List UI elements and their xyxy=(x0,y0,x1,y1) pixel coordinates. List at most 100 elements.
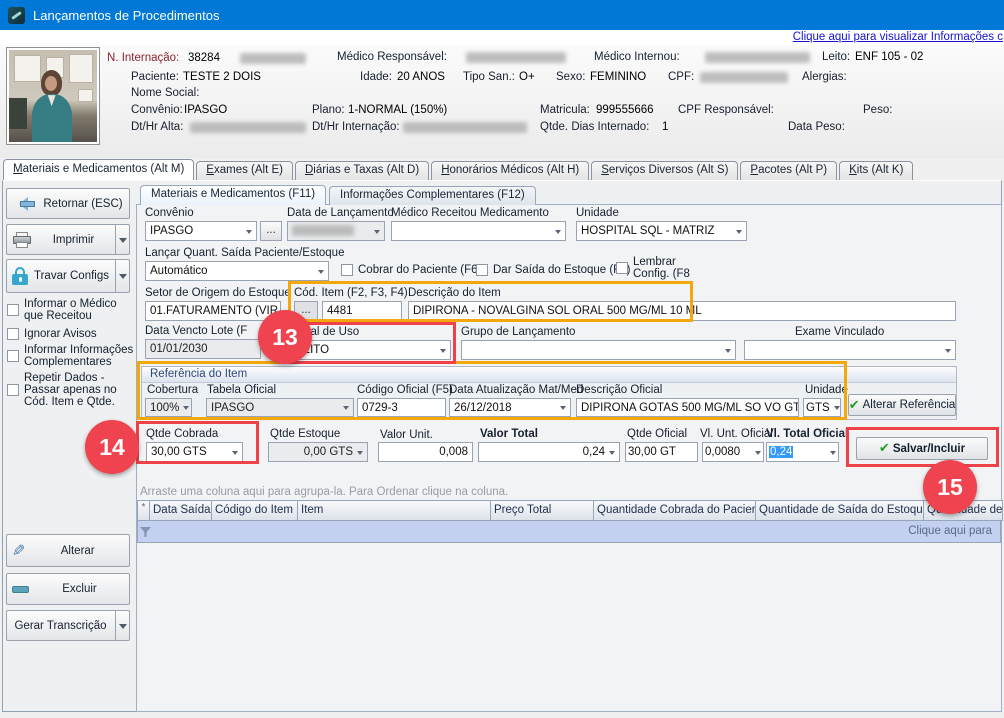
descricao-item-input[interactable]: DIPIRONA - NOVALGINA SOL ORAL 500 MG/ML … xyxy=(408,301,956,321)
excluir-button[interactable]: Excluir xyxy=(6,573,130,605)
patient-header: N. Internação: 38284 Médico Responsável:… xyxy=(0,45,1004,158)
chevron-down-icon xyxy=(183,406,189,413)
checkbox-cobrar-paciente[interactable]: Cobrar do Paciente (F6) xyxy=(341,264,481,276)
col-preco-total[interactable]: Preço Total xyxy=(491,501,594,520)
col-data-saida[interactable]: Data Saída xyxy=(150,501,212,520)
medico-receitou-select[interactable] xyxy=(391,221,566,241)
gerar-transcricao-button[interactable]: Gerar Transcrição xyxy=(6,610,130,641)
qtde-oficial-input[interactable]: 30,00 GT xyxy=(625,442,698,462)
dthr-internacao-label: Dt/Hr Internação: xyxy=(312,121,400,133)
padlock-icon xyxy=(12,267,28,285)
unidade-oficial-label: Unidade xyxy=(805,384,848,396)
tabela-oficial-label: Tabela Oficial xyxy=(207,384,276,396)
descricao-oficial-input[interactable]: DIPIRONA GOTAS 500 MG/ML SO VO GT xyxy=(576,398,799,417)
pencil-icon: ✎ xyxy=(12,544,25,558)
peso-label: Peso: xyxy=(863,104,892,116)
link-bar: Clique aqui para visualizar Informações … xyxy=(0,30,1004,45)
checkbox-icon xyxy=(341,264,353,276)
alterar-button[interactable]: ✎ Alterar xyxy=(6,534,130,567)
chevron-down-icon xyxy=(945,349,951,356)
tab-servicos-diversos[interactable]: Serviços Diversos (Alt S) xyxy=(591,161,738,181)
travar-configs-dropdown[interactable] xyxy=(115,260,129,292)
referencia-title: Referência do Item xyxy=(142,367,956,383)
codigo-oficial-input[interactable]: 0729-3 xyxy=(357,398,446,417)
tab-materiais-medicamentos[interactable]: Materiais e Medicamentos (Alt M) xyxy=(3,159,194,181)
chevron-down-icon xyxy=(736,230,742,237)
cod-item-label: Cód. Item (F2, F3, F4) xyxy=(294,287,408,299)
qtde-estoque-select[interactable]: 0,00 GTS xyxy=(268,442,368,462)
unidade-oficial-select[interactable]: GTS xyxy=(803,398,841,417)
tab-exames[interactable]: Exames (Alt E) xyxy=(196,161,293,181)
lancar-quant-select[interactable]: Automático xyxy=(145,261,329,281)
visualizar-informacoes-link[interactable]: Clique aqui para visualizar Informações … xyxy=(793,31,1003,43)
data-peso-label: Data Peso: xyxy=(788,121,845,133)
convenio-header-value: IPASGO xyxy=(184,104,227,116)
valor-total-select[interactable]: 0,24 xyxy=(478,442,620,462)
redacted-value xyxy=(466,52,566,63)
salvar-incluir-button[interactable]: ✔ Salvar/Incluir xyxy=(856,437,988,460)
convenio-select[interactable]: IPASGO xyxy=(145,221,257,241)
qtde-estoque-label: Qtde Estoque xyxy=(270,428,340,440)
imprimir-button[interactable]: Imprimir xyxy=(6,224,130,255)
tab-kits[interactable]: Kits (Alt K) xyxy=(839,161,913,181)
lancar-quant-label: Lançar Quant. Saída Paciente/Estoque xyxy=(145,247,344,259)
chevron-down-icon xyxy=(232,451,238,458)
imprimir-dropdown[interactable] xyxy=(115,225,129,254)
vl-unt-oficial-select[interactable]: 0,0080 xyxy=(702,442,764,462)
tab-pacotes[interactable]: Pacotes (Alt P) xyxy=(740,161,837,181)
chevron-down-icon xyxy=(830,451,836,458)
annotation-badge-14: 14 xyxy=(85,420,139,474)
checkbox-dar-saida[interactable]: Dar Saída do Estoque (F7) xyxy=(476,264,630,276)
checkbox-icon xyxy=(616,262,628,274)
unidade-select[interactable]: HOSPITAL SQL - MATRIZ xyxy=(576,221,747,241)
retornar-button[interactable]: Retornar (ESC) xyxy=(6,188,130,219)
qtde-cobrada-select[interactable]: 30,00 GTS xyxy=(146,442,243,462)
main-tab-bar: Materiais e Medicamentos (Alt M) Exames … xyxy=(3,159,913,181)
medico-internou-label: Médico Internou: xyxy=(594,51,680,63)
cpf-label: CPF: xyxy=(668,71,694,83)
checkbox-lembrar-config[interactable]: Lembrar Config. (F8 xyxy=(616,256,692,280)
grid-group-hint: Arraste uma coluna aqui para agrupa-la. … xyxy=(140,486,508,498)
descricao-oficial-label: Descrição Oficial xyxy=(576,384,662,396)
col-quantidade-saida[interactable]: Quantidade de Saída do Estoqu xyxy=(756,501,924,520)
subtab-materiais-f11[interactable]: Materiais e Medicamentos (F11) xyxy=(140,185,326,205)
paciente-value: TESTE 2 DOIS xyxy=(183,71,261,83)
local-uso-select[interactable]: LEITO xyxy=(291,340,451,360)
alterar-referencia-button[interactable]: ✔ Alterar Referência xyxy=(848,394,956,416)
exame-vinculado-select[interactable] xyxy=(744,340,956,360)
valor-unit-input[interactable]: 0,008 xyxy=(378,442,473,462)
idade-label: Idade: xyxy=(360,71,392,83)
tab-honorarios-medicos[interactable]: Honorários Médicos (Alt H) xyxy=(431,161,589,181)
subtab-informacoes-f12[interactable]: Informações Complementares (F12) xyxy=(329,186,536,205)
col-item[interactable]: Item xyxy=(298,501,491,520)
grid-indicator-cell: * xyxy=(138,501,150,520)
valor-total-label: Valor Total xyxy=(480,428,538,440)
data-atualizacao-select[interactable]: 26/12/2018 xyxy=(449,398,571,417)
medico-responsavel-label: Médico Responsável: xyxy=(337,51,447,63)
setor-origem-select[interactable]: 01.FATURAMENTO (VIR xyxy=(145,301,281,321)
col-codigo-item[interactable]: Código do Item xyxy=(212,501,298,520)
data-atualizacao-label: Data Atualização Mat/Med xyxy=(449,384,583,396)
data-lancamento-select[interactable] xyxy=(287,221,385,241)
grid-header-row: * Data Saída Código do Item Item Preço T… xyxy=(137,500,1003,521)
checkbox-repetir-dados[interactable]: Repetir Dados - Passar apenas no Cód. It… xyxy=(7,372,135,408)
cpf-responsavel-label: CPF Responsável: xyxy=(678,104,774,116)
grupo-lancamento-select[interactable] xyxy=(461,340,736,360)
grid-filter-row[interactable]: Clique aqui para xyxy=(137,521,1001,543)
tab-diarias-taxas[interactable]: Diárias e Taxas (Alt D) xyxy=(295,161,429,181)
app-window: Lançamentos de Procedimentos Clique aqui… xyxy=(0,0,1004,718)
vl-total-oficial-input[interactable]: 0,24 xyxy=(766,442,839,462)
checkbox-informar-medico[interactable]: Informar o Médico que Receitou xyxy=(7,298,133,322)
cobertura-select[interactable]: 100% xyxy=(145,398,192,417)
checkbox-informar-informacoes[interactable]: Informar Informações Complementares xyxy=(7,344,135,368)
alergias-label: Alergias: xyxy=(802,71,847,83)
data-vencto-input[interactable]: 01/01/2030 xyxy=(145,339,261,359)
travar-configs-button[interactable]: Travar Configs xyxy=(6,259,130,293)
checkbox-ignorar-avisos[interactable]: Ignorar Avisos xyxy=(7,328,133,340)
window-title: Lançamentos de Procedimentos xyxy=(33,8,219,23)
col-quantidade-cobrada[interactable]: Quantidade Cobrada do Pacient xyxy=(594,501,756,520)
convenio-browse-button[interactable]: ... xyxy=(260,221,282,241)
tabela-oficial-select[interactable]: IPASGO xyxy=(206,398,354,417)
gerar-transcricao-dropdown[interactable] xyxy=(115,611,129,640)
cod-item-input[interactable]: 4481 xyxy=(322,301,402,321)
